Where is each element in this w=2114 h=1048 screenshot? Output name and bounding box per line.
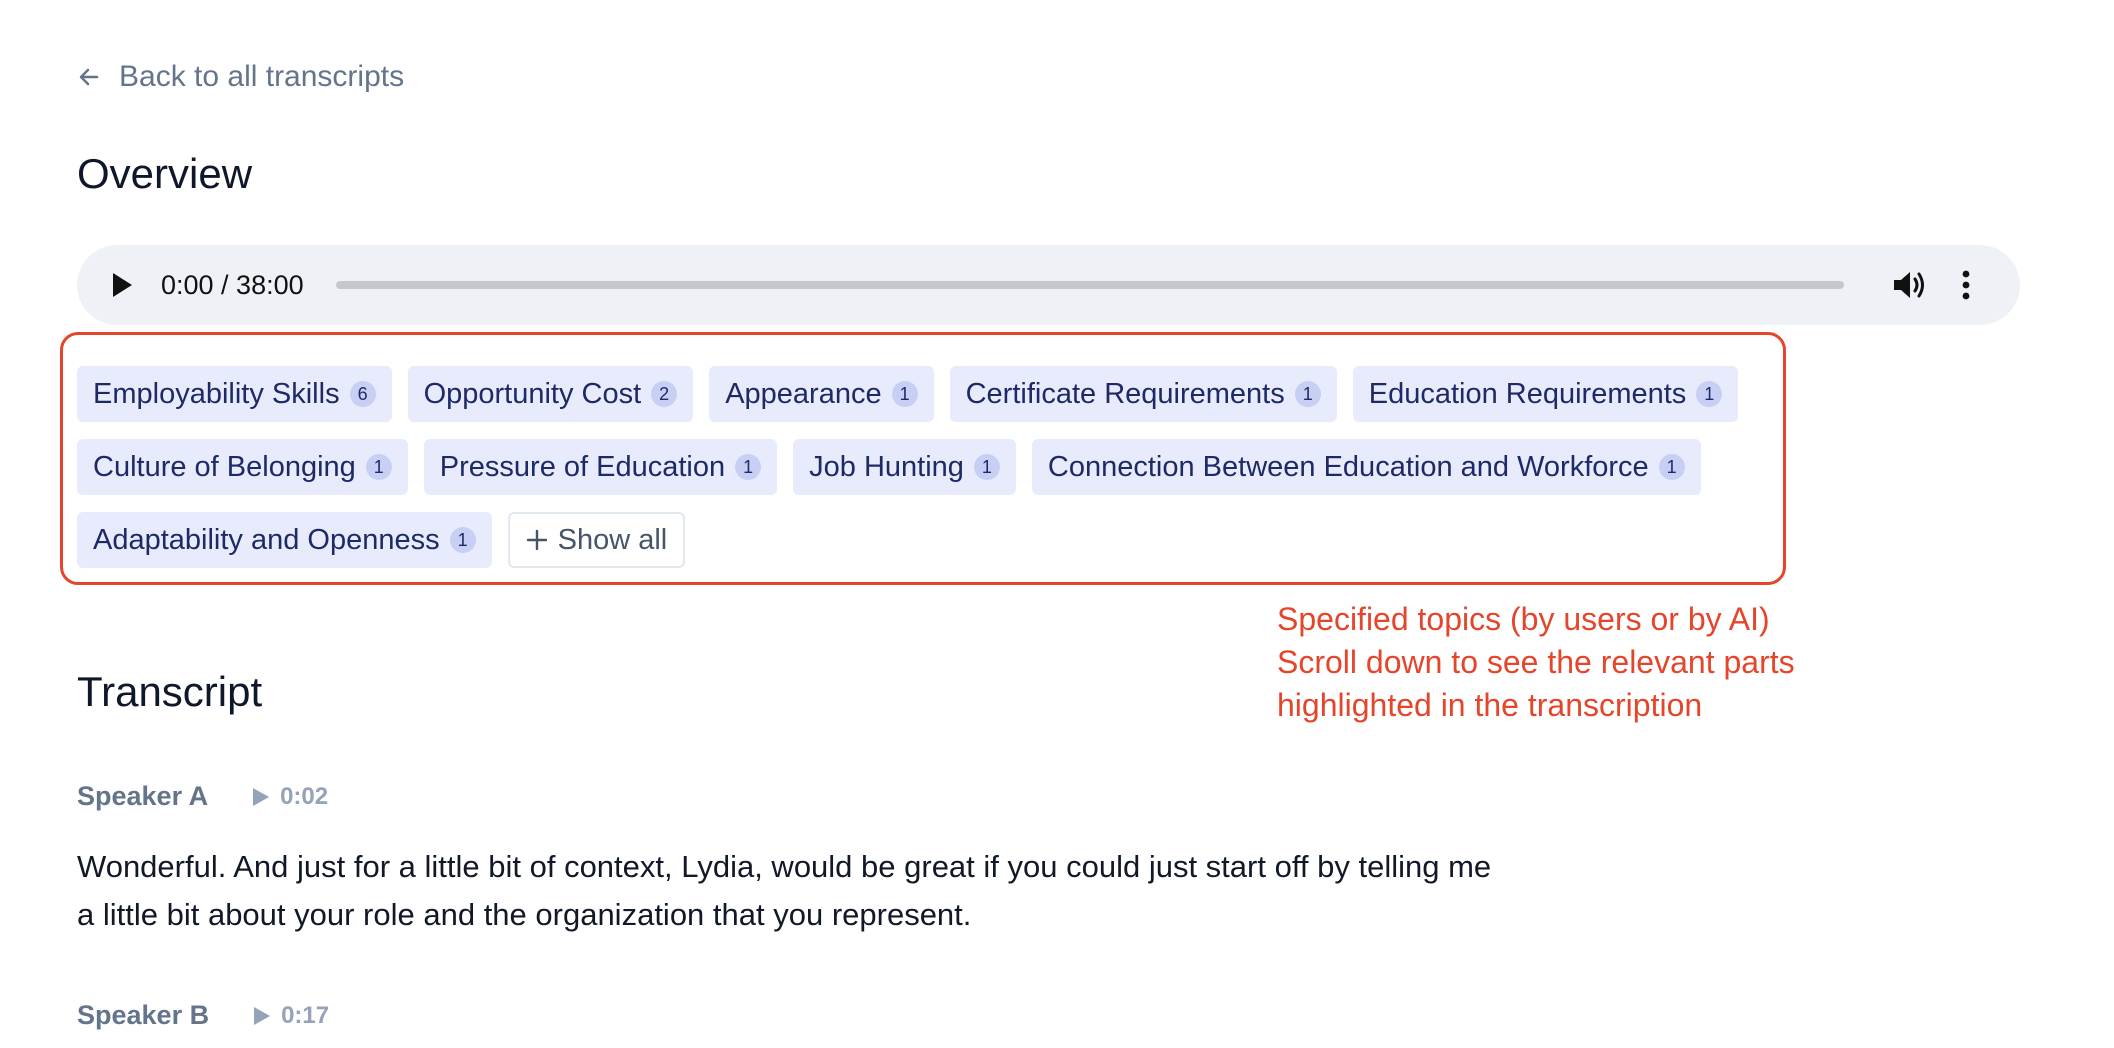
topic-chip[interactable]: Adaptability and Openness 1 (77, 512, 492, 568)
topic-chip-count: 1 (449, 527, 476, 553)
audio-player: 0:00 / 38:00 (77, 245, 2020, 325)
play-icon (253, 787, 270, 806)
back-link-label: Back to all transcripts (119, 60, 405, 93)
topic-chip[interactable]: Employability Skills 6 (77, 366, 392, 422)
topics-annotation: Specified topics (by users or by AI) Scr… (1277, 598, 1795, 727)
volume-button[interactable] (1892, 267, 1928, 303)
overview-heading: Overview (77, 150, 253, 197)
timestamp-play-button[interactable]: 0:02 (252, 783, 328, 811)
topic-chip-count: 2 (651, 381, 678, 407)
show-all-label: Show all (557, 523, 668, 556)
back-to-transcripts-link[interactable]: Back to all transcripts (77, 60, 404, 94)
topic-chip-label: Job Hunting (809, 450, 964, 483)
topic-chip-label: Appearance (725, 377, 882, 410)
utterance-timestamp: 0:17 (281, 1001, 330, 1029)
topic-chip-count: 1 (1294, 381, 1321, 407)
annotation-line: Scroll down to see the relevant parts (1277, 644, 1795, 680)
timestamp-play-button[interactable]: 0:17 (253, 1002, 329, 1030)
topic-chip-count: 1 (735, 454, 762, 480)
topic-chip-count: 1 (365, 454, 392, 480)
topic-chip[interactable]: Education Requirements 1 (1352, 366, 1739, 422)
topic-chip-count: 1 (891, 381, 918, 407)
play-icon (254, 1006, 271, 1025)
annotation-line: highlighted in the transcription (1277, 687, 1703, 723)
speaker-name: Speaker B (77, 1000, 210, 1030)
play-button[interactable] (107, 270, 137, 300)
topic-chip-label: Certificate Requirements (965, 377, 1285, 410)
topic-chip-count: 1 (1658, 454, 1685, 480)
play-icon (113, 273, 132, 297)
utterance-text: Wonderful. And just for a little bit of … (77, 849, 1492, 932)
utterance-header: Speaker A 0:02 (77, 781, 328, 812)
audio-progress-bar[interactable] (335, 281, 1844, 289)
topic-chip-label: Employability Skills (93, 377, 340, 410)
topic-chip-list: Employability Skills 6 Opportunity Cost … (77, 366, 1777, 568)
topic-chip-label: Pressure of Education (439, 450, 726, 483)
topic-chip-count: 1 (973, 454, 1000, 480)
topic-chip[interactable]: Connection Between Education and Workfor… (1031, 439, 1701, 495)
audio-time-display: 0:00 / 38:00 (161, 269, 304, 300)
transcript-page: Back to all transcripts Overview 0:00 / … (0, 0, 2114, 1048)
arrow-left-icon (79, 68, 99, 86)
topic-chip[interactable]: Appearance 1 (709, 366, 934, 422)
topic-chip-count: 1 (1696, 381, 1723, 407)
more-options-button[interactable] (1958, 267, 1974, 303)
topic-chip-label: Adaptability and Openness (93, 523, 440, 556)
topic-chip-label: Connection Between Education and Workfor… (1047, 450, 1649, 483)
topic-chip[interactable]: Culture of Belonging 1 (77, 439, 408, 495)
topic-chip[interactable]: Opportunity Cost 2 (407, 366, 694, 422)
topic-chip[interactable]: Job Hunting 1 (793, 439, 1016, 495)
more-vertical-icon (1962, 270, 1970, 300)
utterance-timestamp: 0:02 (280, 782, 329, 810)
plus-icon (526, 529, 547, 551)
speaker-name: Speaker A (77, 781, 209, 811)
topic-chip-label: Culture of Belonging (93, 450, 356, 483)
transcript-heading: Transcript (77, 668, 263, 715)
topic-chip[interactable]: Pressure of Education 1 (423, 439, 778, 495)
topic-chip-count: 6 (349, 381, 376, 407)
utterance-header: Speaker B 0:17 (77, 1000, 329, 1031)
volume-icon (1893, 272, 1924, 298)
topic-chip-label: Education Requirements (1368, 377, 1687, 410)
topic-chip-label: Opportunity Cost (423, 377, 642, 410)
show-all-topics-button[interactable]: Show all (507, 512, 686, 568)
topic-chip[interactable]: Certificate Requirements 1 (949, 366, 1337, 422)
annotation-line: Specified topics (by users or by AI) (1277, 601, 1770, 637)
